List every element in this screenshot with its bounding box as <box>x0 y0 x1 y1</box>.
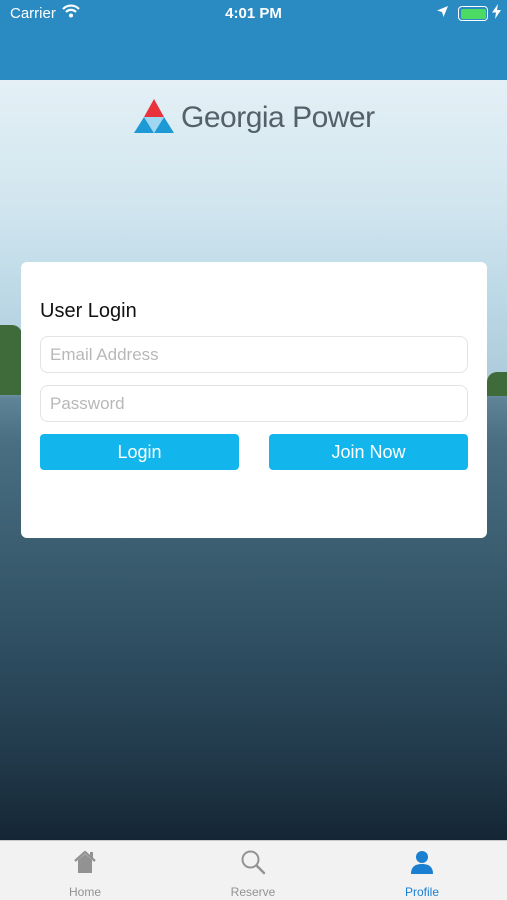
tab-profile[interactable]: Profile <box>362 841 482 900</box>
home-icon <box>74 850 96 873</box>
nav-bar <box>0 28 507 80</box>
tab-reserve-label: Reserve <box>230 885 276 899</box>
tab-reserve[interactable]: Reserve <box>193 841 313 900</box>
battery-icon <box>458 6 488 21</box>
password-field[interactable] <box>40 385 468 422</box>
login-card: User Login Login Join Now <box>21 262 487 538</box>
location-arrow-icon <box>436 5 449 22</box>
status-bar: Carrier 4:01 PM <box>0 0 507 28</box>
brand-triangle-icon <box>134 99 174 133</box>
login-button[interactable]: Login <box>40 434 239 470</box>
profile-icon <box>411 851 433 874</box>
shoreline-trees-left <box>0 325 22 395</box>
login-title: User Login <box>40 300 137 322</box>
email-field[interactable] <box>40 336 468 373</box>
join-now-button[interactable]: Join Now <box>269 434 468 470</box>
tab-home-label: Home <box>68 885 101 899</box>
brand-logo: Georgia Power <box>132 95 382 137</box>
tab-bar: Home Reserve Profile <box>0 840 507 900</box>
brand-name: Georgia Power <box>181 101 375 134</box>
tab-profile-label: Profile <box>404 885 439 899</box>
search-icon <box>241 850 266 875</box>
charging-bolt-icon <box>492 4 501 22</box>
status-time: 4:01 PM <box>225 5 282 22</box>
tab-home[interactable]: Home <box>25 841 145 900</box>
shoreline-trees-right <box>487 372 507 396</box>
